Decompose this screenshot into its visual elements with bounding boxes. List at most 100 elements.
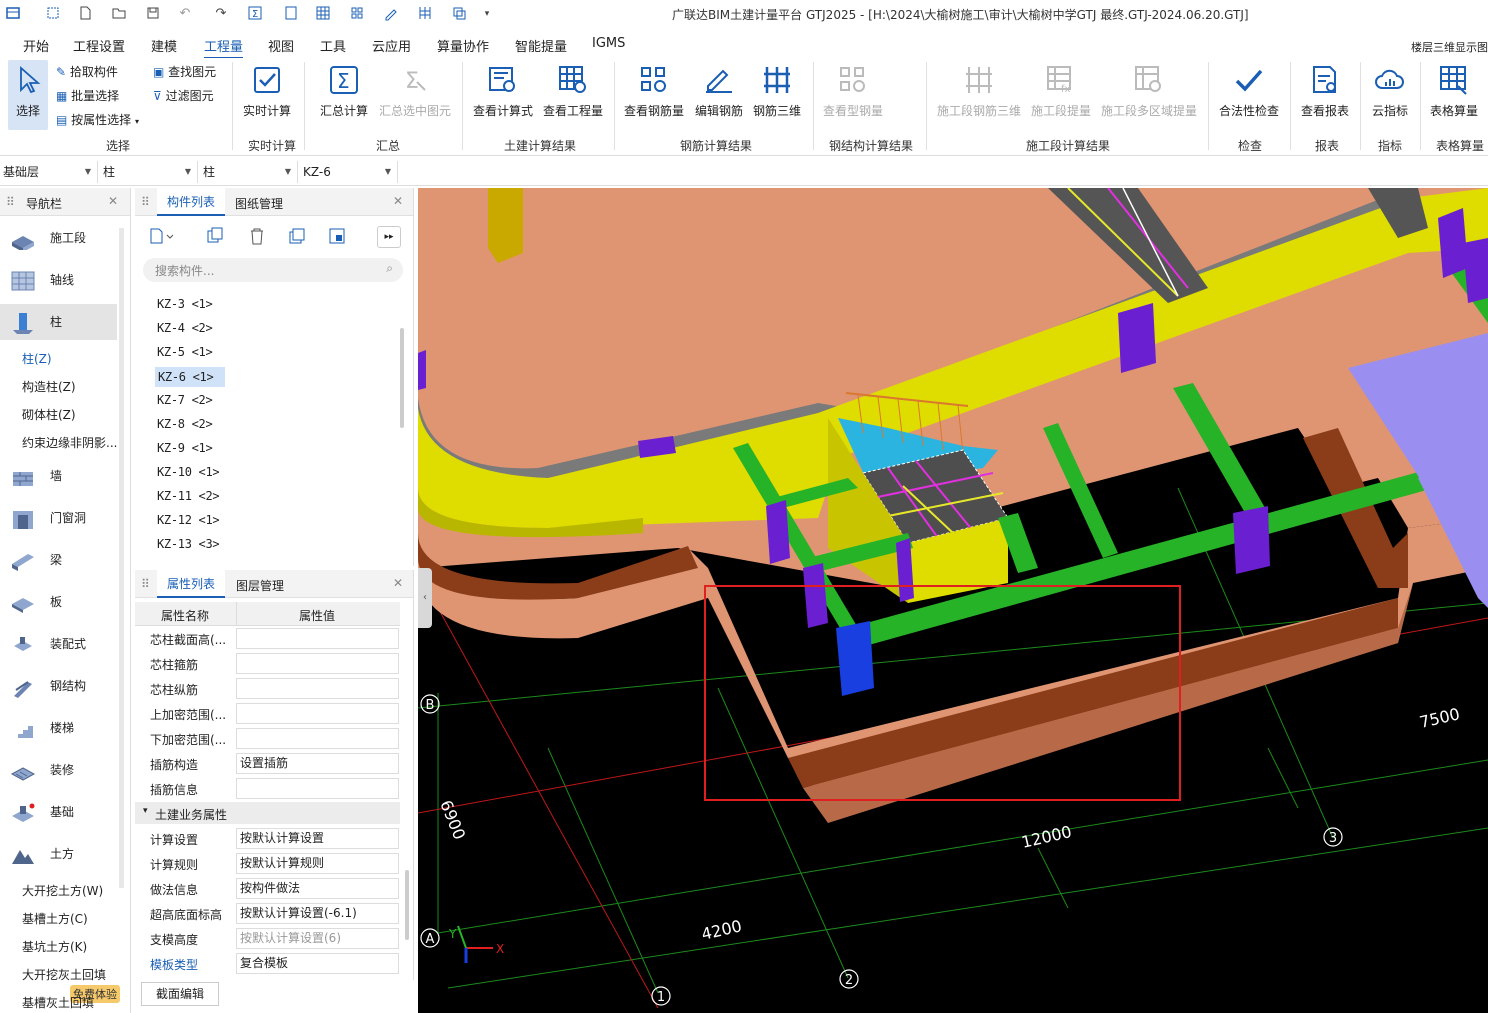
menu-quantity[interactable]: 工程量 [204,36,244,59]
category-select[interactable]: 柱 ▼ [100,161,198,183]
menu-smart-extract[interactable]: 智能提量 [515,36,567,55]
property-value-field[interactable]: 按默认计算设置(-6.1) [236,903,399,924]
collapse-panel-handle[interactable]: ‹ [418,568,432,628]
column[interactable] [1233,506,1270,574]
floor-3d-display-button[interactable]: 楼层三维显示图 [1411,39,1488,55]
view-steel-button[interactable]: 查看型钢量 [820,60,886,130]
column[interactable] [1118,303,1156,373]
pick-component-button[interactable]: ✎ 拾取构件 [56,63,118,80]
list-item[interactable]: KZ-4 <2> [157,321,213,335]
property-value-field[interactable] [236,653,399,674]
property-value-field[interactable]: 按默认计算规则 [236,853,399,874]
sub-item-edge-member[interactable]: 约束边缘非阴影... [22,434,117,451]
filter-element-button[interactable]: ⊽ 过滤图元 [153,87,214,104]
3d-viewport[interactable]: B A 1 2 3 6900 12000 4200 7500 X Y ‹ [418,188,1488,1013]
sub-item-pit[interactable]: 基坑土方(K) [22,938,87,955]
new-file-icon[interactable] [76,5,94,23]
list-item[interactable]: KZ-8 <2> [157,417,213,431]
property-value-field[interactable]: 按构件做法 [236,878,399,899]
menu-view[interactable]: 视图 [268,36,294,55]
list-item[interactable]: KZ-13 <3> [157,537,220,551]
list-item[interactable]: KZ-7 <2> [157,393,213,407]
menu-tools[interactable]: 工具 [320,36,346,55]
new-component-icon[interactable] [147,226,174,249]
summary-selected-button[interactable]: Σ 汇总选中图元 [378,60,452,130]
save-icon[interactable] [144,5,162,23]
property-value-field[interactable]: 设置插筋 [236,753,399,774]
sub-item-trench-lime-backfill[interactable]: 基槽灰土回填 [22,994,94,1011]
stage-rebar-3d-button[interactable]: 施工段钢筋三维 [936,60,1022,130]
view-report-button[interactable]: 查看报表 [1298,60,1352,130]
drag-handle-icon[interactable]: ⠿ [141,195,150,209]
nav-item-beam[interactable]: 梁 [0,542,117,578]
property-section-header[interactable]: ▾ 土建业务属性 [135,802,400,824]
view-rebar-button[interactable]: 查看钢筋量 [622,60,686,130]
redo-icon[interactable]: ↷ [212,5,230,23]
nav-item-stairs[interactable]: 楼梯 [0,710,117,746]
rebar3d-icon[interactable] [416,5,434,23]
nav-item-axis[interactable]: 轴线 [0,262,117,298]
close-icon[interactable]: ✕ [108,194,118,208]
component-settings-icon[interactable] [327,226,347,249]
tab-property-list[interactable]: 属性列表 [157,570,226,598]
realtime-calc-button[interactable]: 实时计算 [240,60,294,130]
nav-item-wall[interactable]: 墙 [0,458,117,494]
tab-component-list[interactable]: 构件列表 [157,188,226,216]
drag-handle-icon[interactable]: ⠿ [6,195,15,209]
customize-dropdown-icon[interactable]: ▾ [478,5,496,23]
validity-check-button[interactable]: 合法性检查 [1218,60,1280,130]
view-calc-icon[interactable] [282,5,300,23]
open-file-icon[interactable] [110,5,128,23]
sub-item-structural-column[interactable]: 构造柱(Z) [22,378,76,395]
list-item[interactable]: KZ-9 <1> [157,441,213,455]
batch-select-button[interactable]: ▦ 批量选择 [56,87,119,104]
property-value-field[interactable] [236,778,399,799]
sub-item-open-excavation[interactable]: 大开挖土方(W) [22,882,103,899]
nav-item-foundation[interactable]: 基础 [0,794,117,830]
sum-icon[interactable]: Σ [246,5,264,23]
property-value-field[interactable] [236,728,399,749]
nav-scrollbar[interactable] [119,228,124,888]
summary-calc-button[interactable]: Σ 汇总计算 [318,60,370,130]
more-icon[interactable]: ▸▸ [377,226,401,248]
stage-multi-extract-button[interactable]: 施工段多区域提量 [1100,60,1198,130]
select-by-property-button[interactable]: ▤ 按属性选择 ▾ [56,111,139,128]
tab-layer-management[interactable]: 图层管理 [236,577,284,594]
property-value-field[interactable] [236,628,399,649]
nav-item-column[interactable]: 柱 [0,304,117,340]
nav-item-slab[interactable]: 板 [0,584,117,620]
nav-item-steel[interactable]: 钢结构 [0,668,117,704]
view-quantity-button[interactable]: 查看工程量 [540,60,606,130]
list-scrollbar[interactable] [400,328,404,428]
property-value-field[interactable] [236,703,399,724]
menu-cloud[interactable]: 云应用 [372,36,411,55]
column-yellow[interactable] [488,188,523,263]
nav-item-door-window[interactable]: 门窗洞 [0,500,117,536]
property-value-field[interactable]: 按默认计算设置(6) [236,928,399,949]
nav-item-decoration[interactable]: 装修 [0,752,117,788]
edit-icon[interactable] [382,5,400,23]
property-value-field[interactable] [236,678,399,699]
list-item[interactable]: KZ-10 <1> [157,465,220,479]
app-logo-icon[interactable] [4,5,22,23]
cloud-index-button[interactable]: 云指标 [1368,60,1412,130]
close-icon[interactable]: ✕ [393,576,403,590]
list-item[interactable]: KZ-5 <1> [157,345,213,359]
menu-igms[interactable]: IGMS [592,36,625,51]
list-item[interactable]: KZ-12 <1> [157,513,220,527]
list-item-selected[interactable]: KZ-6 <1> [155,367,226,387]
floor-select[interactable]: 基础层 ▼ [0,161,98,183]
copy-component-icon[interactable] [205,226,225,249]
undo-icon[interactable]: ↶ [176,5,194,23]
grid-icon[interactable] [314,5,332,23]
property-scrollbar[interactable] [405,870,409,940]
stage-extract-button[interactable]: fx 施工段提量 [1030,60,1092,130]
layer-copy-icon[interactable] [287,226,307,249]
select-button[interactable]: 选择 [8,60,48,130]
copy-icon[interactable] [450,5,468,23]
column[interactable] [418,350,426,390]
edit-rebar-button[interactable]: 编辑钢筋 [692,60,746,130]
property-value-field[interactable]: 复合模板 [236,953,399,974]
type-select[interactable]: 柱 ▼ [200,161,298,183]
sub-item-trench[interactable]: 基槽土方(C) [22,910,88,927]
